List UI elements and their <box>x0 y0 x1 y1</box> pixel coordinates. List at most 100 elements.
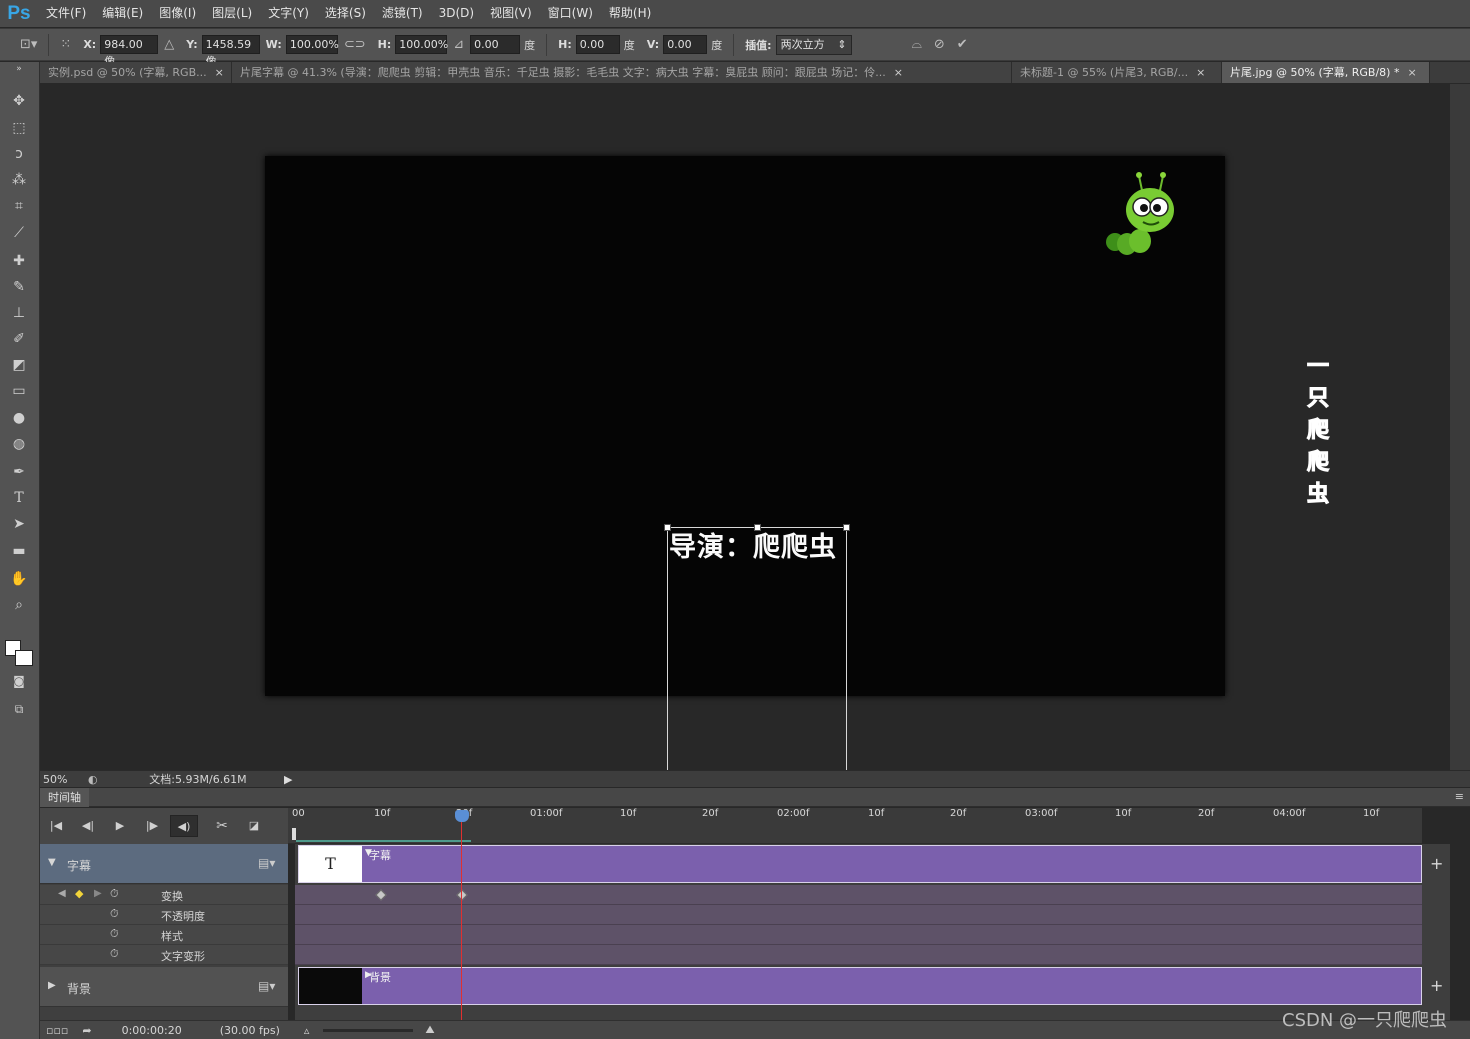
tab-credits-jpg[interactable]: 片尾.jpg @ 50% (字幕, RGB/8) * × <box>1222 62 1430 83</box>
property-row-opacity[interactable]: ⏱ 不透明度 <box>40 905 288 925</box>
status-menu-icon[interactable]: ◐ <box>88 773 112 786</box>
clip-background[interactable]: ▶ 背景 <box>298 967 1422 1005</box>
audio-icon[interactable]: ◀) <box>170 815 198 837</box>
menu-3d[interactable]: 3D(D) <box>431 0 482 27</box>
magic-wand-icon[interactable]: ⁂ <box>6 169 32 191</box>
transform-tool-icon[interactable]: ⊡▾ <box>20 37 37 52</box>
menu-view[interactable]: 视图(V) <box>482 0 540 27</box>
healing-brush-icon[interactable]: ✚ <box>6 250 32 272</box>
expand-right-icon[interactable]: ▶ <box>48 980 56 991</box>
property-row-transform[interactable]: ◀ ◆ ▶ ⏱ 变换 <box>40 885 288 905</box>
previous-frame-icon[interactable]: ◀| <box>74 815 102 837</box>
transform-handle[interactable] <box>754 524 761 531</box>
zoom-out-icon[interactable]: ▵ <box>304 1024 310 1037</box>
blur-tool-icon[interactable]: ● <box>6 407 32 429</box>
go-to-first-frame-icon[interactable]: |◀ <box>42 815 70 837</box>
work-area-bar[interactable] <box>296 840 471 842</box>
menu-select[interactable]: 选择(S) <box>317 0 374 27</box>
menu-help[interactable]: 帮助(H) <box>601 0 659 27</box>
menu-filter[interactable]: 滤镜(T) <box>374 0 431 27</box>
add-keyframe-icon[interactable]: ◆ <box>75 887 83 900</box>
vskew-field[interactable]: 0.00 <box>663 35 708 54</box>
menu-image[interactable]: 图像(I) <box>151 0 204 27</box>
move-tool-icon[interactable]: ✥ <box>6 90 32 112</box>
keyframe[interactable] <box>375 889 387 901</box>
warp-icon[interactable]: ⌓ <box>912 37 922 52</box>
style-track[interactable] <box>295 925 1422 945</box>
clip-subtitle[interactable]: T ▼ 字幕 <box>298 845 1422 883</box>
stopwatch-icon[interactable]: ⏱ <box>110 907 119 921</box>
y-field[interactable]: 1458.59 像 <box>201 35 260 68</box>
marquee-tool-icon[interactable]: ⬚ <box>6 117 32 139</box>
stopwatch-icon[interactable]: ⏱ <box>110 927 119 941</box>
layer-row-subtitle[interactable]: ▼ 字幕 ▤▾ <box>40 844 288 884</box>
height-field[interactable]: 100.00% <box>395 35 448 54</box>
lasso-tool-icon[interactable]: ↄ <box>6 143 32 165</box>
link-icon[interactable]: ⊂⊃ <box>344 37 366 52</box>
film-strip-icon[interactable]: ▤▾ <box>258 856 275 870</box>
transform-handle[interactable] <box>843 524 850 531</box>
timeline-tab[interactable]: 时间轴 <box>40 788 89 807</box>
eraser-icon[interactable]: ◩ <box>6 354 32 376</box>
previous-keyframe-icon[interactable]: ◀ <box>58 888 66 899</box>
play-icon[interactable]: ▶ <box>106 815 134 837</box>
film-strip-icon[interactable]: ▤▾ <box>258 979 275 993</box>
status-arrow-icon[interactable]: ▶ <box>284 773 292 786</box>
gradient-tool-icon[interactable]: ▭ <box>6 380 32 402</box>
tab-untitled[interactable]: 未标题-1 @ 55% (片尾3, RGB/... × <box>1012 62 1222 83</box>
transform-handle[interactable] <box>664 524 671 531</box>
property-row-style[interactable]: ⏱ 样式 <box>40 925 288 945</box>
panel-menu-icon[interactable]: ≡ <box>1455 790 1464 803</box>
shape-tool-icon[interactable]: ▬ <box>6 540 32 562</box>
menu-file[interactable]: 文件(F) <box>38 0 94 27</box>
stopwatch-icon[interactable]: ⏱ <box>110 887 119 901</box>
tab-example-psd[interactable]: 实例.psd @ 50% (字幕, RGB... × <box>40 62 232 83</box>
render-video-icon[interactable]: ➦ <box>82 1024 91 1037</box>
pen-tool-icon[interactable]: ✒ <box>6 461 32 483</box>
close-icon[interactable]: × <box>215 62 224 83</box>
next-keyframe-icon[interactable]: ▶ <box>94 888 102 899</box>
width-field[interactable]: 100.00% <box>285 35 339 54</box>
expand-down-icon[interactable]: ▼ <box>48 857 56 868</box>
split-scissors-icon[interactable]: ✂ <box>208 815 236 837</box>
transform-bounding-box[interactable] <box>664 524 850 770</box>
background-color-swatch[interactable] <box>15 650 33 666</box>
work-area-start-handle[interactable] <box>292 828 296 840</box>
stopwatch-icon[interactable]: ⏱ <box>110 947 119 961</box>
rotate-field[interactable]: 0.00 <box>470 35 521 54</box>
type-tool-icon[interactable]: T <box>6 487 32 509</box>
layer-row-background[interactable]: ▶ 背景 ▤▾ <box>40 967 288 1007</box>
timeline-zoom-slider[interactable] <box>323 1028 414 1032</box>
screen-mode-icon[interactable]: ⧉ <box>6 698 32 720</box>
brush-tool-icon[interactable]: ✎ <box>6 276 32 298</box>
transition-icon[interactable]: ◪ <box>240 815 268 837</box>
hskew-field[interactable]: 0.00 <box>575 35 620 54</box>
zoom-level[interactable]: 50% <box>40 773 88 786</box>
menu-edit[interactable]: 编辑(E) <box>94 0 151 27</box>
x-field[interactable]: 984.00 像 <box>100 35 159 68</box>
canvas-workspace[interactable]: 一只爬爬虫 导演：爬爬虫 <box>40 84 1450 770</box>
zoom-in-icon[interactable]: ⛰ <box>425 1023 434 1037</box>
tab-credits[interactable]: 片尾字幕 @ 41.3% (导演：爬爬虫 剪辑：甲壳虫 音乐：千足虫 摄影：毛毛… <box>232 62 1012 83</box>
dodge-tool-icon[interactable]: ◍ <box>6 433 32 455</box>
playhead-handle[interactable] <box>455 810 469 822</box>
zoom-tool-icon[interactable]: ⌕ <box>6 594 32 616</box>
close-icon[interactable]: × <box>894 62 903 83</box>
cancel-transform-icon[interactable]: ⊘ <box>934 37 945 52</box>
reference-point-icon[interactable]: ⁙ <box>60 37 71 52</box>
keyframe[interactable] <box>456 889 468 901</box>
crop-tool-icon[interactable]: ⌗ <box>6 195 32 217</box>
frame-mode-icon[interactable]: ▫▫▫ <box>46 1024 68 1037</box>
collapse-icon[interactable]: » <box>6 64 32 74</box>
delta-icon[interactable]: △ <box>164 37 174 52</box>
transform-track[interactable] <box>295 885 1422 905</box>
timeline-tracks[interactable]: T ▼ 字幕 ▶ 背景 <box>295 844 1422 1020</box>
history-brush-icon[interactable]: ✐ <box>6 328 32 350</box>
commit-transform-icon[interactable]: ✔ <box>957 37 968 52</box>
close-icon[interactable]: × <box>1196 62 1205 83</box>
add-media-icon[interactable]: + <box>1430 976 1443 995</box>
eyedropper-icon[interactable]: ⟋ <box>6 222 32 244</box>
add-media-icon[interactable]: + <box>1430 854 1443 873</box>
hand-tool-icon[interactable]: ✋ <box>6 568 32 590</box>
property-row-text-warp[interactable]: ⏱ 文字变形 <box>40 945 288 965</box>
